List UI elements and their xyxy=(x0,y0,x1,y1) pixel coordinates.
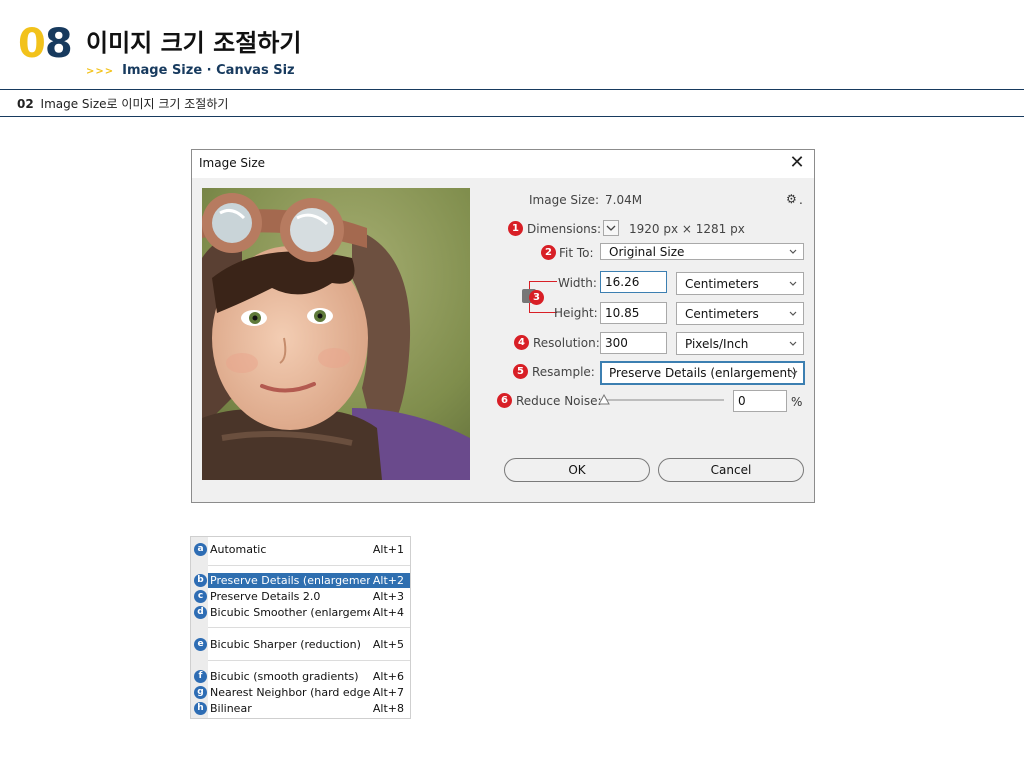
ok-button[interactable]: OK xyxy=(504,458,650,482)
menu-item-bilinear[interactable]: Bilinear Alt+8 xyxy=(208,701,410,716)
height-input[interactable]: 10.85 xyxy=(600,302,667,324)
cancel-button[interactable]: Cancel xyxy=(658,458,804,482)
width-label: Width: xyxy=(558,276,597,290)
chevron-down-icon xyxy=(789,341,797,346)
dimensions-label: Dimensions: xyxy=(527,222,602,236)
reduce-noise-input[interactable]: 0 xyxy=(733,390,787,412)
width-unit-select[interactable]: Centimeters xyxy=(676,272,804,295)
resolution-unit-value: Pixels/Inch xyxy=(685,337,749,351)
dialog-title: Image Size xyxy=(199,156,266,170)
close-icon[interactable]: ✕ xyxy=(786,152,808,174)
image-size-label: Image Size: xyxy=(529,193,600,207)
reduce-noise-label: Reduce Noise: xyxy=(516,394,602,408)
section-text: Image Size로 이미지 크기 조절하기 xyxy=(40,97,229,111)
menu-item-bicubic-smoother[interactable]: Bicubic Smoother (enlargeme... Alt+4 xyxy=(208,605,410,620)
menu-badge-g: g xyxy=(194,686,207,699)
chapter-number: 08 xyxy=(18,21,73,67)
menu-item-preserve-details-enlargement[interactable]: Preserve Details (enlargement) Alt+2 xyxy=(208,573,410,588)
chevron-down-icon xyxy=(789,281,797,286)
resample-select[interactable]: Preserve Details (enlargement) xyxy=(600,361,805,385)
resolution-input[interactable]: 300 xyxy=(600,332,667,354)
chevron-down-icon xyxy=(789,311,797,316)
fit-to-label: Fit To: xyxy=(559,246,594,260)
menu-item-preserve-details-2[interactable]: Preserve Details 2.0 Alt+3 xyxy=(208,589,410,604)
image-size-value: 7.04M xyxy=(605,193,643,207)
arrow-icon: >>> xyxy=(86,66,115,77)
link-bracket-top xyxy=(539,281,557,282)
fit-to-select[interactable]: Original Size xyxy=(600,243,804,260)
resample-value: Preserve Details (enlargement) xyxy=(609,366,797,380)
menu-separator xyxy=(208,660,410,661)
reduce-noise-slider-track[interactable] xyxy=(602,399,724,401)
height-label: Height: xyxy=(554,306,598,320)
menu-badge-d: d xyxy=(194,606,207,619)
image-size-dialog: Image Size ✕ Image Size: 7.04M ⚙ . 1 Dim… xyxy=(191,149,815,503)
slider-thumb-icon[interactable] xyxy=(598,394,610,406)
chapter-subtitle: >>> Image Size · Canvas Siz xyxy=(86,62,295,81)
resolution-label: Resolution: xyxy=(533,336,600,350)
menu-item-automatic[interactable]: Automatic Alt+1 xyxy=(208,542,410,557)
menu-badge-e: e xyxy=(194,638,207,651)
section-heading: 02 Image Size로 이미지 크기 조절하기 xyxy=(0,89,1024,117)
callout-badge-6: 6 xyxy=(497,393,512,408)
resample-label: Resample: xyxy=(532,365,595,379)
subtitle-text: Image Size · Canvas Siz xyxy=(122,63,295,78)
width-input[interactable]: 16.26 xyxy=(600,271,667,293)
height-unit-value: Centimeters xyxy=(685,307,759,321)
dialog-titlebar: Image Size ✕ xyxy=(192,150,814,178)
menu-badge-a: a xyxy=(194,543,207,556)
menu-badge-c: c xyxy=(194,590,207,603)
chevron-down-icon xyxy=(606,225,616,231)
chevron-down-icon xyxy=(789,249,797,254)
fit-to-value: Original Size xyxy=(609,245,685,259)
reduce-noise-unit: % xyxy=(791,395,803,409)
resample-options-menu: a Automatic Alt+1 b Preserve Details (en… xyxy=(190,536,411,719)
dimensions-dropdown[interactable] xyxy=(603,220,619,236)
callout-badge-5: 5 xyxy=(513,364,528,379)
menu-badge-h: h xyxy=(194,702,207,715)
section-number: 02 xyxy=(17,97,34,111)
menu-item-bicubic-smooth-gradients[interactable]: Bicubic (smooth gradients) Alt+6 xyxy=(208,669,410,684)
height-unit-select[interactable]: Centimeters xyxy=(676,302,804,325)
menu-separator xyxy=(208,627,410,628)
callout-badge-1: 1 xyxy=(508,221,523,236)
menu-separator xyxy=(208,565,410,566)
callout-badge-4: 4 xyxy=(514,335,529,350)
gear-icon[interactable]: ⚙ xyxy=(786,191,797,207)
chapter-title: 이미지 크기 조절하기 xyxy=(86,29,302,57)
callout-badge-2: 2 xyxy=(541,245,556,260)
image-preview xyxy=(202,188,470,480)
resolution-unit-select[interactable]: Pixels/Inch xyxy=(676,332,804,355)
menu-badge-b: b xyxy=(194,574,207,587)
menu-item-bicubic-sharper[interactable]: Bicubic Sharper (reduction) Alt+5 xyxy=(208,637,410,652)
chevron-down-icon xyxy=(790,370,798,375)
menu-badge-f: f xyxy=(194,670,207,683)
gear-menu-dot: . xyxy=(799,193,803,207)
width-unit-value: Centimeters xyxy=(685,277,759,291)
dimensions-value: 1920 px × 1281 px xyxy=(629,222,745,236)
menu-item-nearest-neighbor[interactable]: Nearest Neighbor (hard edges) Alt+7 xyxy=(208,685,410,700)
callout-badge-3: 3 xyxy=(529,290,544,305)
